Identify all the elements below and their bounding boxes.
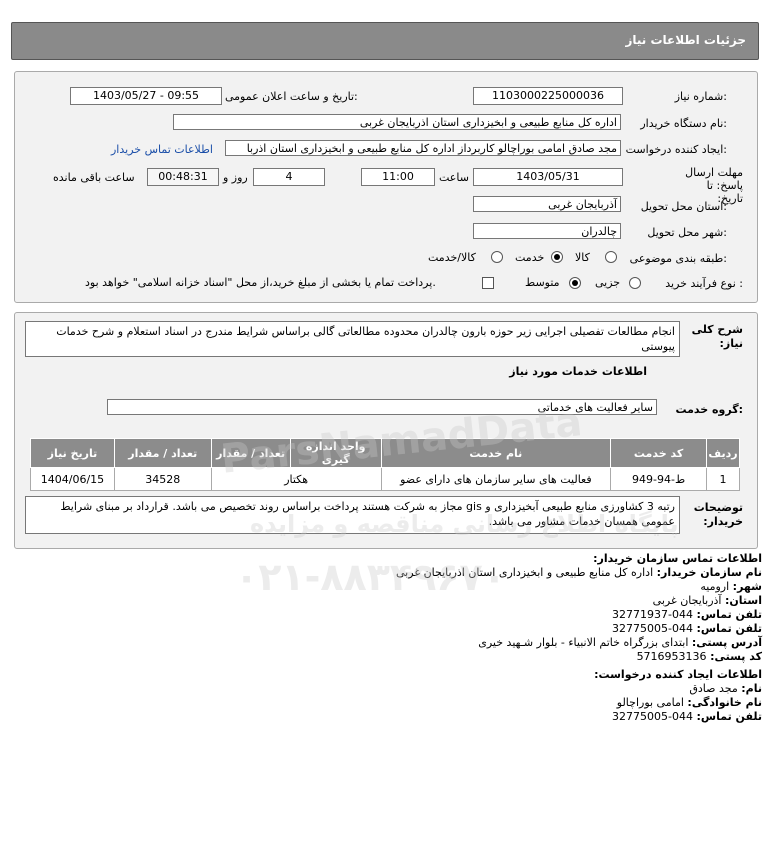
service-details-panel: شرح کلی نیاز: انجام مطالعات تفصیلی اجرای…: [14, 312, 758, 549]
cell-service-code: ط-94-949: [610, 467, 708, 491]
service-group-field: سایر فعالیت های خدماتی: [107, 399, 657, 415]
col-row: ردیف: [706, 438, 740, 468]
contact-city-value: ارومیه: [700, 580, 730, 593]
deadline-time-field: 11:00: [361, 168, 435, 186]
contact-fax-label: تلفن تماس:: [696, 622, 762, 635]
buyer-notes-label: توضیحات خریدار:: [693, 501, 743, 528]
page-title: جزئیات اطلاعات نیاز: [625, 33, 746, 47]
table-row: 1404/06/15 34528 هکتار فعالیت های سایر س…: [30, 467, 740, 491]
contact-phone: تلفن تماس: 044-32771937: [612, 608, 762, 621]
creator-family-value: امامی بوراچالو: [616, 696, 684, 709]
need-number-label: شماره نیاز:: [674, 90, 727, 103]
category-label: طبقه بندی موضوعی:: [629, 252, 727, 265]
contact-province-label: استان:: [725, 594, 762, 607]
col-service-name: نام خدمت: [380, 438, 612, 468]
remaining-time-field: 00:48:31: [147, 168, 219, 186]
cell-unit: هکتار: [210, 467, 382, 491]
contact-province: استان: آذربایجان غربی: [653, 594, 762, 607]
contact-section: اطلاعات تماس سازمان خریدار: نام سازمان خ…: [0, 552, 770, 792]
contact-province-value: آذربایجان غربی: [652, 594, 722, 607]
col-quantity: تعداد / مقدار: [113, 438, 212, 468]
treasury-note: پرداخت تمام یا بخشی از مبلغ خرید،از محل …: [85, 276, 436, 289]
contact-postal: کد پستی: 5716953136: [637, 650, 762, 663]
creator-name: نام: مجد صادق: [689, 682, 762, 695]
services-section-title: اطلاعات خدمات مورد نیاز: [509, 365, 647, 378]
col-unit: واحد اندازه گیری: [289, 438, 382, 468]
col-service-code: کد خدمت: [610, 438, 708, 468]
services-table-header: تاریخ نیاز تعداد / مقدار تعداد / مقدار و…: [30, 438, 740, 468]
process-label: نوع فرآیند خرید :: [665, 277, 743, 290]
summary-label: شرح کلی نیاز:: [691, 323, 743, 350]
buyer-contact-link[interactable]: اطلاعات تماس خریدار: [111, 143, 213, 156]
summary-text: انجام مطالعات تفصیلی اجرایی زیر حوزه بار…: [25, 321, 680, 357]
buyer-org-field: اداره کل منابع طبیعی و ابخیزداری استان ا…: [173, 114, 621, 130]
creator-phone-value: 044-32775005: [612, 710, 694, 723]
contact-fax: تلفن تماس: 044-32775005: [612, 622, 762, 635]
contact-org-label: نام سازمان خریدار:: [656, 566, 762, 579]
category-radio-goods-service[interactable]: [491, 251, 503, 263]
cell-need-date: 1404/06/15: [30, 467, 115, 491]
contact-city: شهر: ارومیه: [700, 580, 762, 593]
cell-service-name: فعالیت های سایر سازمان های دارای عضو: [380, 467, 612, 491]
creator-family-label: نام خانوادگی:: [687, 696, 762, 709]
province-label: استان محل تحویل:: [640, 200, 727, 213]
creator-family: نام خانوادگی: امامی بوراچالو: [617, 696, 762, 709]
time-label: ساعت: [439, 171, 469, 184]
announce-field: 1403/05/27 - 09:55: [70, 87, 222, 105]
province-field: آذربایجان غربی: [473, 196, 621, 212]
creator-phone-label: تلفن تماس:: [696, 710, 762, 723]
category-option-goods: کالا: [575, 251, 590, 264]
deadline-date-field: 1403/05/31: [473, 168, 623, 186]
contact-postal-value: 5716953136: [636, 650, 707, 663]
contact-org-value: اداره کل منابع طبیعی و ابخیزداری استان ا…: [396, 566, 654, 579]
creator-name-label: نام:: [741, 682, 762, 695]
buyer-notes-text: رتبه 3 کشاورزی منابع طبیعی آبخیزداری و g…: [25, 496, 680, 534]
process-radio-medium[interactable]: [569, 277, 581, 289]
category-option-service: خدمت: [515, 251, 545, 264]
contact-phone-value: 044-32771937: [612, 608, 694, 621]
category-option-goods-service: کالا/خدمت: [428, 251, 476, 264]
cell-row: 1: [706, 467, 740, 491]
need-number-field: 1103000225000036: [473, 87, 623, 105]
contact-phone-label: تلفن تماس:: [696, 608, 762, 621]
contact-title: اطلاعات تماس سازمان خریدار:: [593, 552, 762, 565]
page-header: جزئیات اطلاعات نیاز: [11, 22, 759, 60]
contact-address-value: ابتدای بزرگراه خاتم الانبیاء - بلوار شـه…: [478, 636, 689, 649]
need-info-panel: شماره نیاز: 1103000225000036 تاریخ و ساع…: [14, 71, 758, 303]
contact-fax-value: 044-32775005: [612, 622, 694, 635]
category-radio-service[interactable]: [551, 251, 563, 263]
contact-postal-label: کد پستی:: [710, 650, 762, 663]
creator-info-title: اطلاعات ایجاد کننده درخواست:: [594, 668, 762, 681]
creator-name-value: مجد صادق: [689, 682, 738, 695]
contact-address: آدرس پستی: ابتدای بزرگراه خاتم الانبیاء …: [478, 636, 762, 649]
city-label: شهر محل تحویل:: [647, 226, 727, 239]
process-option-medium: متوسط: [525, 276, 560, 289]
contact-address-label: آدرس پستی:: [691, 636, 762, 649]
buyer-org-label: نام دستگاه خریدار:: [640, 117, 727, 130]
days-field: 4: [253, 168, 325, 186]
service-group-label: گروه خدمت:: [675, 403, 743, 416]
contact-org: نام سازمان خریدار: اداره کل منابع طبیعی …: [396, 566, 762, 579]
announce-label: تاریخ و ساعت اعلان عمومی:: [225, 90, 358, 103]
city-field: چالدران: [473, 223, 621, 239]
remaining-label: ساعت باقی مانده: [53, 171, 135, 184]
contact-city-label: شهر:: [732, 580, 762, 593]
col-amount: تعداد / مقدار: [210, 438, 291, 468]
process-option-minor: جزیی: [595, 276, 621, 289]
services-table: تاریخ نیاز تعداد / مقدار تعداد / مقدار و…: [30, 438, 740, 491]
creator-field: مجد صادق امامی بوراچالو کاربرداز اداره ک…: [225, 140, 621, 156]
creator-label: ایجاد کننده درخواست:: [625, 143, 727, 156]
col-need-date: تاریخ نیاز: [30, 438, 115, 468]
process-radio-minor[interactable]: [629, 277, 641, 289]
treasury-checkbox[interactable]: [482, 277, 494, 289]
days-label: روز و: [223, 171, 248, 184]
cell-quantity: 34528: [113, 467, 212, 491]
creator-phone: تلفن تماس: 044-32775005: [612, 710, 762, 723]
category-radio-goods[interactable]: [605, 251, 617, 263]
